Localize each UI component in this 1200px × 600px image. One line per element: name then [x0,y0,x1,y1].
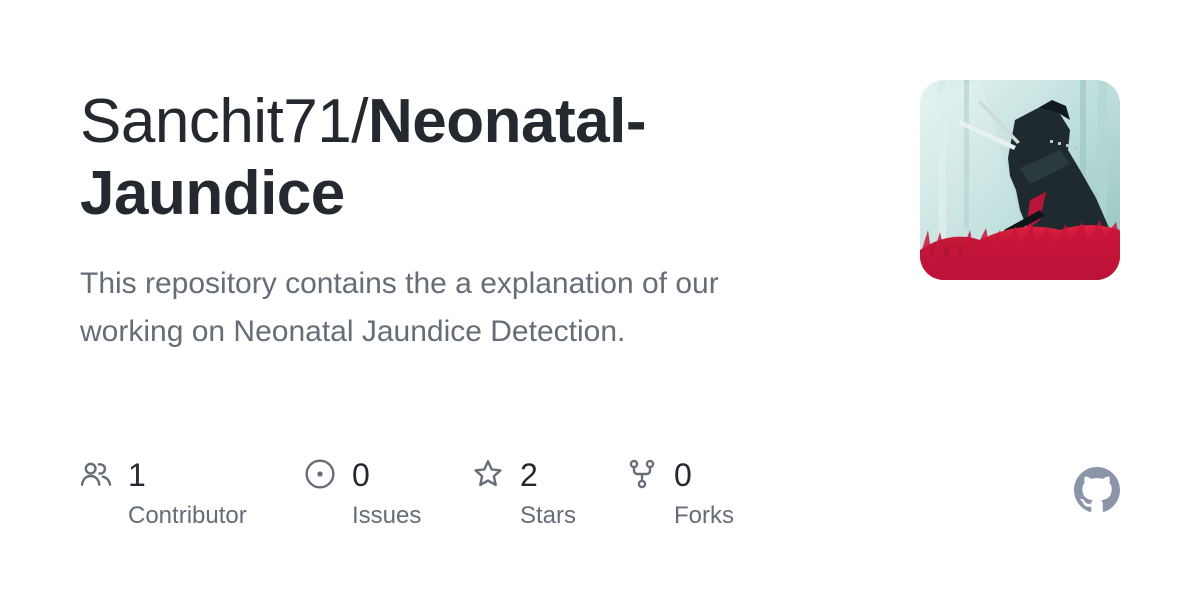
stars-label: Stars [520,502,577,529]
issue-circle-icon [305,459,335,489]
fork-icon [629,459,655,489]
repo-social-card: Sanchit71/Neonatal- Jaundice This reposit… [0,0,1200,600]
samurai-avatar-image [920,80,1120,280]
forks-label: Forks [674,502,734,529]
owner-avatar[interactable] [920,80,1120,280]
description-line2: working on Neonatal Jaundice Detection. [80,315,626,348]
people-icon [80,462,112,486]
star-icon [474,460,502,487]
contributors-count: 1 [128,457,146,493]
repo-owner[interactable]: Sanchit71/ [80,87,369,156]
repo-description: This repository contains the a explanati… [80,260,840,356]
issues-count: 0 [352,457,370,493]
repo-name-line1[interactable]: Neonatal- [368,87,646,156]
contributors-label: Contributor [128,502,247,529]
description-line1: This repository contains the a explanati… [80,267,719,300]
stars-count: 2 [520,457,538,493]
repo-name-line2[interactable]: Jaundice [80,159,345,228]
repo-title[interactable]: Sanchit71/Neonatal- Jaundice [80,86,860,230]
github-octocat-icon[interactable] [1074,467,1120,513]
forks-count: 0 [674,457,692,493]
issues-label: Issues [352,502,422,529]
